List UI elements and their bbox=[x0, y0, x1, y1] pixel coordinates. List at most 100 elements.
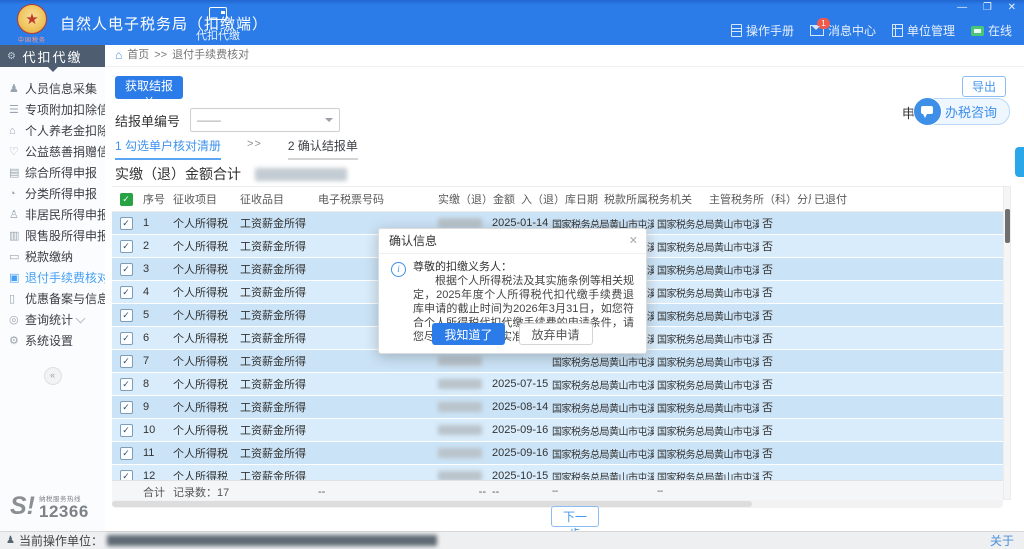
sidebar-item-tax-payment[interactable]: ▭税款缴纳 bbox=[0, 246, 105, 267]
cell-refunded: 否 bbox=[759, 445, 804, 461]
cell-refunded: 否 bbox=[759, 468, 804, 480]
breadcrumb-home[interactable]: 首页 bbox=[127, 45, 149, 66]
row-checkbox[interactable]: ✓ bbox=[120, 309, 133, 322]
envelope-icon: 1 bbox=[810, 25, 824, 36]
minimize-button[interactable]: — bbox=[957, 2, 967, 13]
titlebar-link-manual[interactable]: 操作手册 bbox=[731, 22, 794, 39]
cell-checkbox: ✓ bbox=[112, 401, 140, 414]
row-checkbox[interactable]: ✓ bbox=[120, 286, 133, 299]
dialog-cancel-button[interactable]: 放弃申请 bbox=[519, 323, 593, 345]
cell-project: 个人所得税 bbox=[170, 376, 237, 392]
select-all-checkbox[interactable]: ✓ bbox=[120, 193, 133, 206]
layers-icon: ▤ bbox=[9, 166, 25, 179]
sidebar-item-classified-income[interactable]: ◔分类所得申报 bbox=[0, 183, 105, 204]
heart-icon: ♡ bbox=[9, 145, 25, 158]
person-icon: ♟ bbox=[6, 535, 15, 546]
sidebar-item-query-statistics[interactable]: ◎查询统计 bbox=[0, 309, 105, 330]
titlebar-link-message-center[interactable]: 1消息中心 bbox=[810, 22, 876, 39]
table-row: ✓10个人所得税工资薪金所得2025-09-16国家税务总局黄山市屯溪区...国… bbox=[112, 419, 1003, 442]
tab-withholding-module[interactable]: 代扣代缴 bbox=[188, 7, 248, 43]
horizontal-scrollbar-thumb[interactable] bbox=[112, 501, 752, 507]
cell-seq: 3 bbox=[140, 263, 170, 275]
sidebar-item-label: 系统设置 bbox=[25, 332, 73, 349]
export-button[interactable]: 导出 bbox=[962, 76, 1006, 97]
list-icon: ☰ bbox=[9, 103, 25, 116]
tab-step1-check-list[interactable]: 1 勾选单户核对清册 bbox=[115, 137, 221, 160]
current-unit-label: 当前操作单位： bbox=[19, 532, 103, 549]
row-checkbox[interactable]: ✓ bbox=[120, 240, 133, 253]
sidebar-item-pension-deduction[interactable]: ⌂个人养老金扣除管理 bbox=[0, 120, 105, 141]
online-icon bbox=[971, 26, 984, 36]
home-icon: ⌂ bbox=[115, 45, 122, 66]
sidebar-item-charity-donation[interactable]: ♡公益慈善捐赠信息采 bbox=[0, 141, 105, 162]
cell-date: 2025-10-15 bbox=[489, 470, 549, 480]
cell-amount-redacted bbox=[438, 448, 482, 458]
sidebar-item-label: 查询统计 bbox=[25, 311, 73, 328]
vertical-scrollbar-thumb[interactable] bbox=[1005, 209, 1010, 243]
cell-seq: 12 bbox=[140, 470, 170, 480]
titlebar-link-online-status[interactable]: 在线 bbox=[971, 22, 1012, 39]
cell-amount-redacted bbox=[438, 471, 482, 480]
next-step-button[interactable]: 下一步 bbox=[551, 506, 599, 527]
sidebar-item-comprehensive-income[interactable]: ▤综合所得申报 bbox=[0, 162, 105, 183]
cell-amount bbox=[435, 379, 489, 389]
row-checkbox[interactable]: ✓ bbox=[120, 424, 133, 437]
sidebar-item-restricted-stock[interactable]: ▥限售股所得申报 bbox=[0, 225, 105, 246]
row-checkbox[interactable]: ✓ bbox=[120, 470, 133, 481]
sidebar-item-special-deduction[interactable]: ☰专项附加扣除信息采 bbox=[0, 99, 105, 120]
close-button[interactable]: ✕ bbox=[1008, 2, 1016, 13]
sidebar-item-preferential-filing[interactable]: ▯优惠备案与信息报 bbox=[0, 288, 105, 309]
sidebar-item-system-settings[interactable]: ⚙系统设置 bbox=[0, 330, 105, 351]
cell-date: 2025-08-14 bbox=[489, 401, 549, 413]
fetch-statement-button[interactable]: 获取结报单 bbox=[115, 76, 183, 99]
cell-checkbox: ✓ bbox=[112, 447, 140, 460]
titlebar-link-org-management[interactable]: 单位管理 bbox=[892, 22, 955, 39]
table-row: ✓9个人所得税工资薪金所得2025-08-14国家税务总局黄山市屯溪区...国家… bbox=[112, 396, 1003, 419]
header-cell: 入（退）库日期 bbox=[518, 191, 601, 207]
cell-authority: 国家税务总局黄山市屯溪区... bbox=[549, 469, 654, 481]
person-outline-icon: ♙ bbox=[9, 208, 25, 221]
cell-refunded: 否 bbox=[759, 307, 804, 323]
cell-item: 工资薪金所得 bbox=[237, 238, 315, 254]
cell-branch: 国家税务总局黄山市屯溪区... bbox=[654, 262, 759, 277]
row-checkbox[interactable]: ✓ bbox=[120, 447, 133, 460]
cell-amount-redacted bbox=[438, 379, 482, 389]
gear-icon: ⚙ bbox=[9, 334, 25, 347]
tax-consult-button[interactable]: 办税咨询 bbox=[914, 98, 1010, 125]
statement-number-select[interactable]: —— bbox=[190, 108, 340, 132]
cell-seq: 9 bbox=[140, 401, 170, 413]
statusbar: ♟ 当前操作单位： 关于 bbox=[0, 531, 1024, 549]
cell-branch: 国家税务总局黄山市屯溪区... bbox=[654, 285, 759, 300]
row-checkbox[interactable]: ✓ bbox=[120, 263, 133, 276]
sidebar-header: ⚙ 代扣代缴 bbox=[0, 45, 105, 67]
sidebar-collapse-button[interactable]: « bbox=[44, 367, 62, 385]
titlebar: ★ 中国税务 自然人电子税务局（扣缴端） 代扣代缴 操作手册1消息中心单位管理在… bbox=[0, 0, 1024, 45]
sidebar-item-personnel-info[interactable]: ♟人员信息采集 bbox=[0, 78, 105, 99]
cell-refunded: 否 bbox=[759, 284, 804, 300]
cell-checkbox: ✓ bbox=[112, 355, 140, 368]
cell-refunded: 否 bbox=[759, 353, 804, 369]
cell-item: 工资薪金所得 bbox=[237, 284, 315, 300]
dialog-confirm-button[interactable]: 我知道了 bbox=[432, 323, 504, 345]
dialog-close-icon[interactable]: ✕ bbox=[629, 234, 638, 247]
sidebar-item-nonresident-income[interactable]: ♙非居民所得申报 bbox=[0, 204, 105, 225]
row-checkbox[interactable]: ✓ bbox=[120, 401, 133, 414]
row-checkbox[interactable]: ✓ bbox=[120, 355, 133, 368]
row-checkbox[interactable]: ✓ bbox=[120, 332, 133, 345]
cell-amount bbox=[435, 425, 489, 435]
tab-step2-confirm-statement[interactable]: 2 确认结报单 bbox=[288, 137, 358, 160]
current-unit-value-redacted bbox=[107, 535, 437, 546]
about-link[interactable]: 关于 bbox=[990, 532, 1014, 549]
row-checkbox[interactable]: ✓ bbox=[120, 217, 133, 230]
building-icon bbox=[892, 24, 903, 37]
cell-item: 工资薪金所得 bbox=[237, 215, 315, 231]
sidebar-item-refund-fee-check[interactable]: ▣退付手续费核对 bbox=[0, 267, 105, 288]
row-checkbox[interactable]: ✓ bbox=[120, 378, 133, 391]
side-panel-handle[interactable] bbox=[1015, 147, 1024, 177]
titlebar-links: 操作手册 1消息中心单位管理在线 bbox=[731, 22, 1012, 39]
cell-project: 个人所得税 bbox=[170, 307, 237, 323]
cell-project: 个人所得税 bbox=[170, 422, 237, 438]
cell-seq: 8 bbox=[140, 378, 170, 390]
maximize-button[interactable]: ❐ bbox=[983, 2, 992, 13]
header-cell: 征收项目 bbox=[170, 191, 237, 207]
